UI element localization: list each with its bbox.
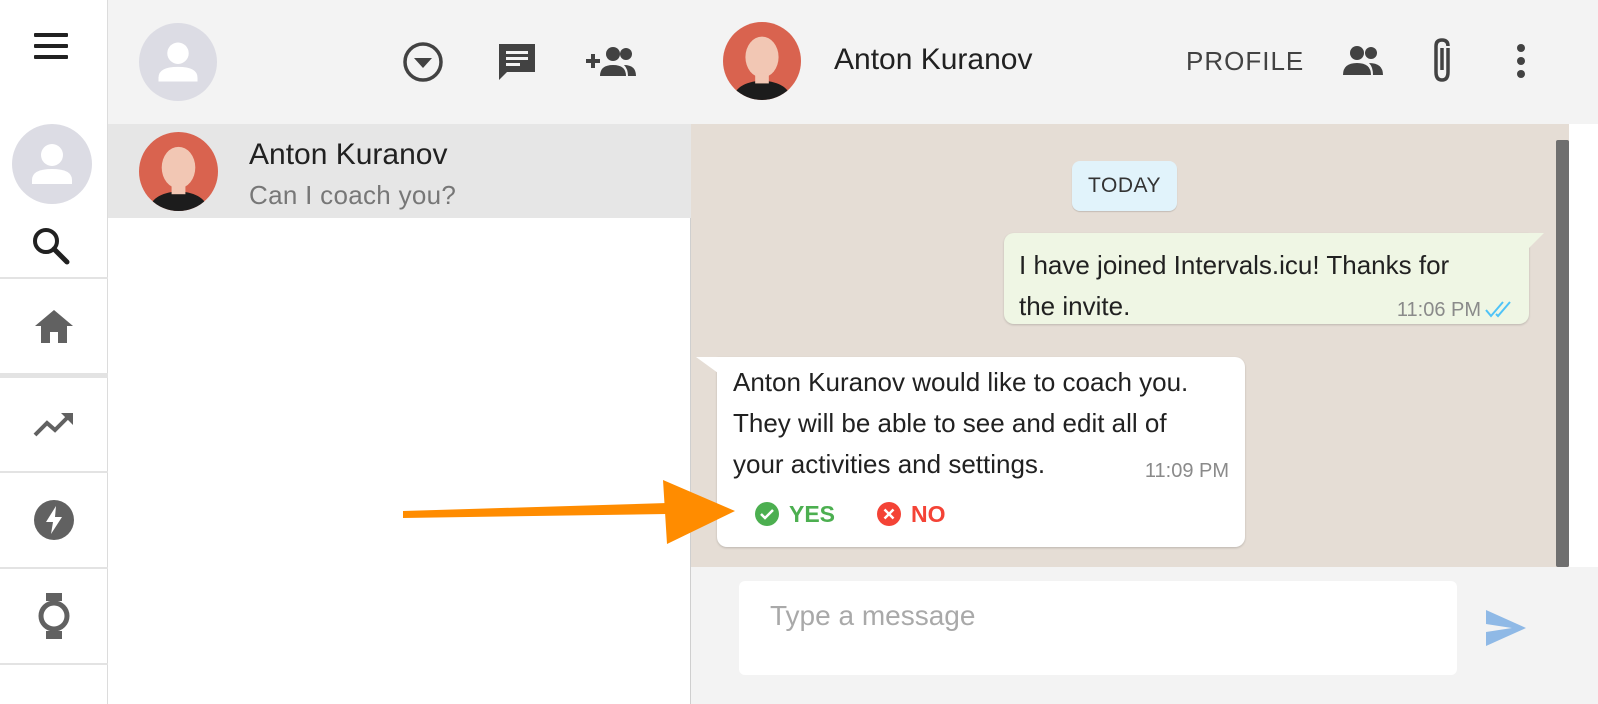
- profile-button[interactable]: PROFILE: [1186, 46, 1304, 77]
- more-icon[interactable]: [1506, 42, 1536, 82]
- attach-icon[interactable]: [1428, 36, 1458, 86]
- last-message-preview: Can I coach you?: [249, 180, 457, 210]
- chat-list-pane: Anton Kuranov Can I coach you?: [108, 0, 691, 704]
- new-chat-icon[interactable]: [495, 40, 539, 84]
- home-icon: [35, 310, 73, 343]
- yes-label: YES: [789, 500, 836, 527]
- conversation-header: Anton Kuranov PROFILE: [691, 0, 1598, 124]
- contact-name: Anton Kuranov: [249, 138, 448, 171]
- contact-avatar[interactable]: [723, 22, 801, 100]
- avatar-icon: [158, 42, 198, 82]
- message-time: 11:06 PM: [1396, 299, 1481, 321]
- check-circle-icon: [755, 502, 779, 526]
- user-avatar[interactable]: [12, 124, 92, 204]
- send-icon[interactable]: [1484, 608, 1528, 648]
- message-area: TODAY I have joined Intervals.icu! Thank…: [691, 124, 1569, 567]
- conversation-pane: Anton Kuranov PROFILE TODAY I have joine…: [691, 0, 1598, 704]
- group-icon[interactable]: [1341, 42, 1385, 80]
- incoming-message: Anton Kuranov would like to coach you. T…: [696, 357, 1245, 547]
- scrollbar[interactable]: [1556, 140, 1569, 567]
- no-label: NO: [911, 500, 946, 527]
- outgoing-message: I have joined Intervals.icu! Thanks for …: [1004, 233, 1544, 324]
- menu-icon[interactable]: [31, 33, 71, 61]
- cancel-circle-icon: [877, 502, 901, 526]
- message-time: 11:09 PM: [1144, 460, 1229, 482]
- search-icon[interactable]: [29, 225, 73, 265]
- accept-coach-button[interactable]: YES: [755, 499, 835, 529]
- composer-bar: [691, 567, 1598, 704]
- trending-icon: [33, 413, 73, 437]
- add-group-icon[interactable]: [584, 40, 638, 84]
- contact-avatar: [139, 132, 218, 211]
- fitness-button[interactable]: [0, 376, 108, 472]
- decline-coach-button[interactable]: NO: [877, 499, 946, 529]
- bolt-icon: [34, 500, 74, 540]
- devices-button[interactable]: [0, 568, 108, 664]
- my-avatar[interactable]: [139, 23, 217, 101]
- message-text: Anton Kuranov would like to coach you. T…: [733, 367, 1189, 479]
- chat-list-header: [108, 0, 691, 124]
- message-input[interactable]: [739, 581, 1457, 675]
- home-button[interactable]: [0, 278, 108, 374]
- watch-icon: [38, 593, 70, 639]
- nav-rail: [0, 0, 108, 704]
- avatar-icon: [32, 144, 72, 184]
- dropdown-icon[interactable]: [401, 40, 445, 84]
- chat-list-item[interactable]: Anton Kuranov Can I coach you?: [108, 124, 691, 218]
- power-button[interactable]: [0, 472, 108, 568]
- date-divider: TODAY: [1072, 161, 1177, 211]
- conversation-title: Anton Kuranov: [834, 43, 1033, 76]
- double-check-icon: [1485, 301, 1511, 318]
